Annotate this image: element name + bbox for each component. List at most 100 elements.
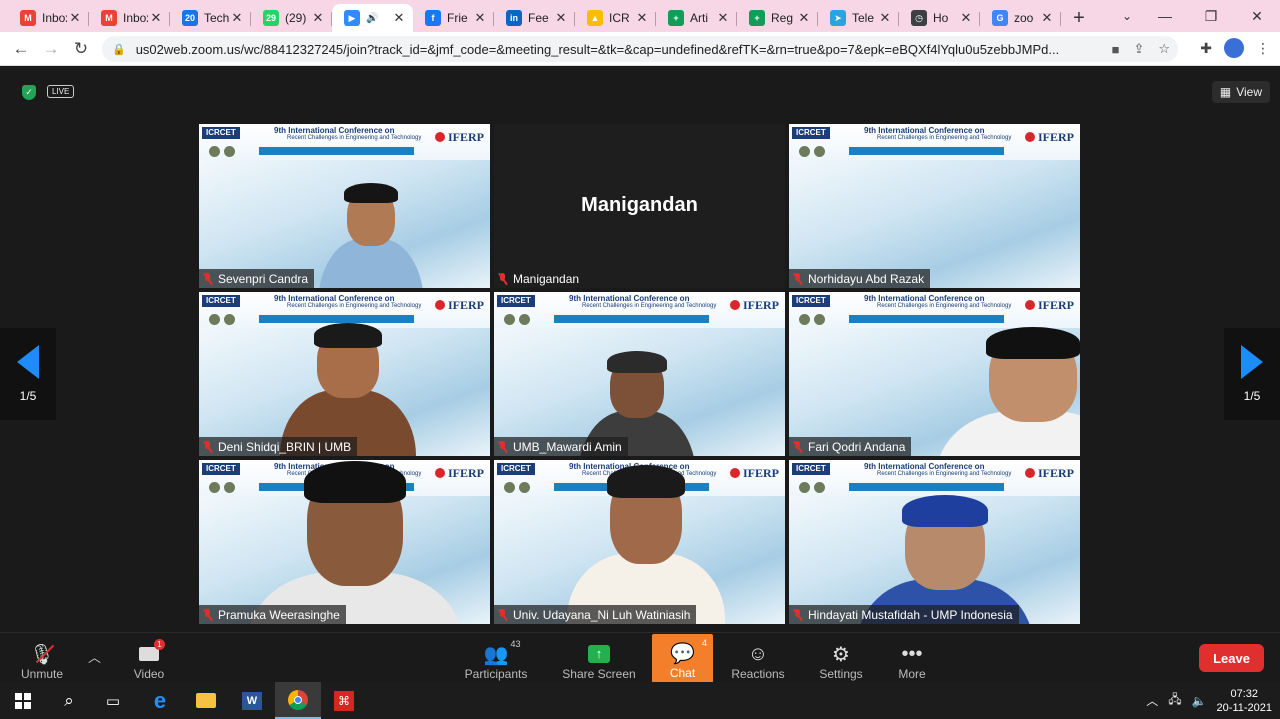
participant-video-tile[interactable]: ICRCET9th International Conference onRec… [494,460,785,624]
close-tab-icon[interactable]: ✕ [1039,10,1055,26]
participant-person [199,460,490,624]
gmail-icon: M [101,10,117,26]
unmute-button[interactable]: 🎙 Unmute [20,637,64,682]
chat-count: 4 [701,638,707,648]
reload-icon[interactable]: ↻ [66,34,96,64]
close-tab-icon[interactable]: ✕ [877,10,893,26]
camera-permission-icon[interactable]: ■ [1112,42,1120,57]
participant-video-tile[interactable]: ICRCET9th International Conference onRec… [199,460,490,624]
new-tab-button[interactable]: + [1061,4,1097,32]
muted-mic-icon [793,272,803,285]
institution-seals [799,146,825,157]
encryption-shield-icon[interactable]: ✓ [22,85,36,100]
task-view-icon[interactable]: ▭ [90,682,136,719]
ellipsis-icon: ••• [901,642,923,665]
browser-tab[interactable]: ◷ Ho ✕ [899,4,980,32]
participant-video-tile[interactable]: ICRCET9th International Conference onRec… [199,124,490,288]
browser-tab[interactable]: M Inbox✕ [8,4,89,32]
close-window-icon[interactable]: ✕ [1234,0,1280,32]
close-tab-icon[interactable]: ✕ [958,10,974,26]
browser-tab[interactable]: ▶ 🔊 ✕ [332,4,413,32]
browser-tab[interactable]: f Frie ✕ [413,4,494,32]
gear-icon: ⚙ [832,643,850,666]
close-tab-icon[interactable]: ✕ [715,10,731,26]
telegram-icon: ➤ [830,10,846,26]
participant-name: UMB_Mawardi Amin [513,439,622,454]
participant-name: Fari Qodri Andana [808,439,906,454]
close-tab-icon[interactable]: ✕ [148,10,164,26]
browser-tab[interactable]: + Arti ✕ [656,4,737,32]
internet-explorer-icon[interactable]: e [137,682,183,719]
browser-tab[interactable]: in Fee ✕ [494,4,575,32]
muted-mic-icon [498,608,508,621]
tab-title: zoo [1014,11,1034,25]
minimize-icon[interactable]: — [1142,0,1188,32]
close-tab-icon[interactable]: ✕ [634,10,650,26]
maximize-icon[interactable]: ❐ [1188,0,1234,32]
share-icon[interactable]: ⇪ [1133,41,1144,57]
volume-icon[interactable]: 🔈 [1192,694,1207,708]
back-icon[interactable]: ← [6,34,36,64]
bookmark-star-icon[interactable]: ☆ [1158,41,1170,57]
participant-name-tag: Deni Shidqi_BRIN | UMB [199,437,358,456]
previous-page-button[interactable]: 1/5 [0,328,56,420]
browser-tab[interactable]: + Reg ✕ [737,4,818,32]
browser-tab[interactable]: Gzoo ✕ [980,4,1061,32]
close-tab-icon[interactable]: ✕ [391,10,407,26]
page-indicator-left: 1/5 [19,389,37,403]
tab-search-icon[interactable]: ⌄ [1114,0,1140,32]
word-icon[interactable]: W [229,682,275,719]
extensions-puzzle-icon[interactable]: ✚ [1200,40,1212,57]
browser-tab[interactable]: M Inbox✕ [89,4,170,32]
leave-button[interactable]: Leave [1199,644,1264,672]
tab-title: (29) [285,11,307,25]
view-button[interactable]: ▦ View [1211,81,1270,103]
participant-video-tile[interactable]: ICRCET9th International Conference onRec… [789,292,1080,456]
next-page-button[interactable]: 1/5 [1224,328,1280,420]
muted-mic-icon [203,272,213,285]
close-tab-icon[interactable]: ✕ [553,10,569,26]
tray-overflow-icon[interactable]: ︿ [1146,692,1158,709]
browser-tab[interactable]: ▲ ICR ✕ [575,4,656,32]
live-badge[interactable]: LIVE [47,85,75,98]
reactions-button[interactable]: ☺ Reactions [730,637,786,682]
close-tab-icon[interactable]: ✕ [67,10,83,26]
start-button[interactable] [0,682,46,719]
browser-tab[interactable]: 29 (29) ✕ [251,4,332,32]
browser-tab[interactable]: ➤ Tele ✕ [818,4,899,32]
url-field[interactable]: 🔒 us02web.zoom.us/wc/88412327245/join?tr… [102,36,1178,62]
close-tab-icon[interactable]: ✕ [796,10,812,26]
acrobat-icon[interactable]: ⌘ [321,682,367,719]
clock[interactable]: 07:32 20-11-2021 [1217,687,1272,715]
participants-label: Participants [464,667,528,681]
participant-video-tile[interactable]: ICRCET9th International Conference onRec… [789,124,1080,288]
tab-title: Inbox [123,11,148,25]
file-explorer-icon[interactable] [183,682,229,719]
audio-playing-icon[interactable]: 🔊 [366,13,378,24]
chrome-icon[interactable] [275,682,321,719]
view-label: View [1236,85,1262,99]
share-screen-button[interactable]: ↑ Share Screen [562,637,636,681]
chat-button[interactable]: 💬 4 Chat [652,634,713,683]
participant-display-name: Manigandan [581,194,698,216]
settings-button[interactable]: ⚙ Settings [818,637,864,682]
search-icon[interactable]: ⌕ [46,682,92,719]
participants-button[interactable]: 👥 43 Participants [462,637,530,681]
forward-icon[interactable]: → [36,34,66,64]
browser-tab[interactable]: 20 Tech ✕ [170,4,251,32]
url-text[interactable]: us02web.zoom.us/wc/88412327245/join?trac… [136,42,1091,57]
video-button[interactable]: 1 Video [130,637,168,681]
close-tab-icon[interactable]: ✕ [229,10,245,26]
close-tab-icon[interactable]: ✕ [472,10,488,26]
more-button[interactable]: ••• More [896,637,928,682]
browser-menu-icon[interactable]: ⋮ [1256,40,1270,57]
participant-video-tile[interactable]: ICRCET9th International Conference onRec… [199,292,490,456]
profile-avatar[interactable] [1224,38,1244,58]
close-tab-icon[interactable]: ✕ [310,10,326,26]
participant-video-tile[interactable]: ICRCET9th International Conference onRec… [789,460,1080,624]
audio-options-caret-icon[interactable]: ︿ [88,647,101,666]
network-icon[interactable]: 🖧 [1168,690,1181,711]
participant-video-tile[interactable]: ICRCET9th International Conference onRec… [494,292,785,456]
participant-video-tile[interactable]: Manigandan Manigandan [494,124,785,288]
address-bar: ← → ↻ 🔒 us02web.zoom.us/wc/88412327245/j… [0,32,1280,66]
